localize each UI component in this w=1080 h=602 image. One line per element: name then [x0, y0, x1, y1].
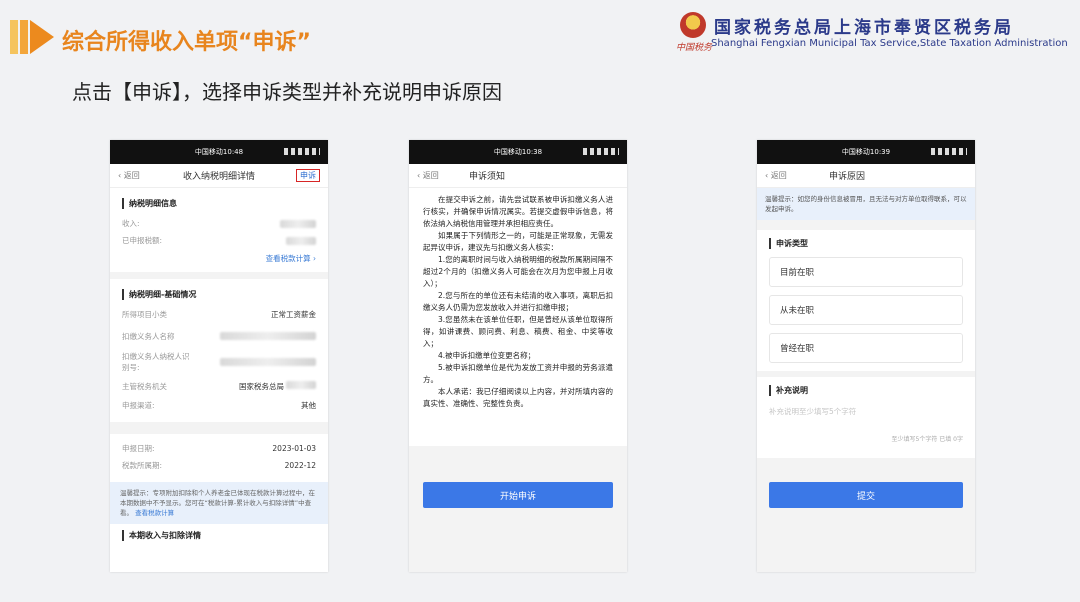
title-bar-stripe: [20, 20, 28, 54]
tip-box: 温馨提示：专项附加扣除和个人养老金已体现在税款计算过程中，在本期数据中不予显示。…: [110, 482, 328, 524]
view-tax-calc-link[interactable]: 查看税款计算 ›: [122, 253, 316, 264]
redacted-value: [286, 236, 316, 245]
info-value: 其他: [301, 401, 316, 410]
section-title: 申诉类型: [769, 238, 963, 249]
status-bar: 中国移动10:39: [757, 140, 975, 164]
submit-button[interactable]: 提交: [769, 482, 963, 508]
info-label: 申报日期:: [122, 444, 155, 453]
info-row: 收入:: [122, 215, 316, 232]
back-button[interactable]: ‹ 返回: [118, 170, 140, 181]
page-title: 申诉须知: [469, 172, 506, 182]
back-label: 返回: [422, 171, 439, 180]
nav-bar: ‹ 返回 收入纳税明细详情 申诉: [110, 164, 328, 188]
notice-paragraph: 1.您的离职时间与收入纳税明细的税款所属期间隔不超过2个月的（扣缴义务人可能会在…: [423, 255, 613, 288]
info-row: 主管税务机关 国家税务总局: [122, 375, 316, 397]
notice-paragraph: 如果属于下列情形之一的，可能是正常现象，无需发起异议申诉，建议先与扣缴义务人核实…: [423, 231, 613, 252]
status-bar: 中国移动10:38: [409, 140, 627, 164]
status-icons: [284, 148, 320, 155]
section-divider: [110, 422, 328, 434]
supplement-textarea[interactable]: 补充说明至少填写5个字符: [757, 402, 975, 434]
instruction-text: 点击【申诉】，选择申诉类型并补充说明申诉原因: [72, 80, 502, 104]
section-title: 补充说明: [769, 385, 963, 396]
status-icons: [931, 148, 967, 155]
info-value: 正常工资薪金: [271, 310, 316, 319]
info-row: 扣缴义务人纳税人识别号:: [122, 349, 316, 375]
info-label: 收入:: [122, 219, 140, 228]
section-title: 纳税明细-基础情况: [122, 289, 316, 300]
info-row: 已申报税额:: [122, 232, 316, 249]
notice-paragraph: 4.被申诉扣缴单位变更名称；: [438, 351, 536, 360]
notice-paragraph: 2.您与所在的单位还有未结清的收入事项，离职后扣缴义务人仍需为您发放收入并进行扣…: [423, 291, 613, 312]
info-row: 申报日期: 2023-01-03: [122, 440, 316, 457]
redacted-value: [280, 219, 316, 228]
info-label: 扣缴义务人名称: [122, 331, 175, 341]
status-carrier-time: 中国移动10:48: [194, 148, 244, 156]
slide-title: 综合所得收入单项“申诉”: [62, 30, 311, 55]
status-carrier-time: 中国移动10:39: [841, 148, 891, 156]
back-button[interactable]: ‹ 返回: [417, 170, 439, 181]
info-label: 主管税务机关: [122, 381, 167, 391]
tax-emblem-icon: [680, 12, 706, 38]
slide-header: 综合所得收入单项“申诉” 中国税务 国家税务总局上海市奉贤区税务局 Shangh…: [0, 0, 1080, 70]
char-counter: 至少填写5个字符 已填 0字: [891, 436, 963, 443]
warning-tip: 温馨提示：如您的身份信息被冒用，且无法与对方单位取得联系，可以发起申诉。: [757, 188, 975, 220]
appeal-type-option-never[interactable]: 从未在职: [769, 295, 963, 325]
section-title: 本期收入与扣除详情: [122, 530, 316, 541]
info-value: 2023-01-03: [272, 444, 316, 453]
back-button[interactable]: ‹ 返回: [765, 170, 787, 181]
status-icons: [583, 148, 619, 155]
appeal-button[interactable]: 申诉: [296, 169, 320, 182]
notice-paragraph: 5.被申诉扣缴单位是代为发放工资并申报的劳务派遣方。: [423, 363, 613, 384]
start-appeal-button[interactable]: 开始申诉: [423, 482, 613, 508]
tax-signature-logo: 中国税务: [676, 43, 713, 53]
section-divider: [110, 272, 328, 279]
phone-screenshot-detail: 中国移动10:48 ‹ 返回 收入纳税明细详情 申诉 纳税明细信息 收入: 已申…: [110, 140, 328, 572]
notice-footer: 开始申诉: [409, 446, 627, 572]
notice-paragraph: 在提交申诉之前，请先尝试联系被申诉扣缴义务人进行核实，并确保申诉情况属实。若提交…: [423, 195, 613, 228]
info-row: 申报渠道: 其他: [122, 397, 316, 414]
back-label: 返回: [770, 171, 787, 180]
play-arrow-icon: [30, 20, 54, 54]
info-value: 2022-12: [284, 461, 316, 470]
info-label: 已申报税额:: [122, 236, 163, 245]
status-carrier-time: 中国移动10:38: [493, 148, 543, 156]
back-label: 返回: [123, 171, 140, 180]
info-row: 扣缴义务人名称: [122, 323, 316, 349]
page-title: 申诉原因: [829, 172, 866, 182]
status-bar: 中国移动10:48: [110, 140, 328, 164]
notice-paragraph: 本人承诺：我已仔细阅读以上内容，并对所填内容的真实性、准确性、完整性负责。: [423, 387, 613, 408]
redacted-value: [220, 358, 316, 366]
info-label: 所得项目小类: [122, 310, 167, 319]
tip-link[interactable]: 查看税款计算: [135, 509, 174, 517]
nav-bar: ‹ 返回 申诉须知: [409, 164, 627, 188]
notice-text: 在提交申诉之前，请先尝试联系被申诉扣缴义务人进行核实，并确保申诉情况属实。若提交…: [409, 188, 627, 410]
redacted-value: [220, 332, 316, 340]
detail-content: 纳税明细信息 收入: 已申报税额: 查看税款计算 › 纳税明细-基础情况 所得项…: [110, 198, 328, 541]
info-label: 扣缴义务人纳税人识别号:: [122, 352, 190, 372]
section-divider: [757, 220, 975, 230]
section-title: 纳税明细信息: [122, 198, 316, 209]
redacted-value: [286, 380, 316, 389]
info-value: 国家税务总局: [239, 380, 316, 392]
notice-paragraph: 3.您虽然未在该单位任职，但是曾经从该单位取得所得，如讲课费、顾问费、利息、稿费…: [423, 315, 613, 348]
appeal-type-option-current[interactable]: 目前在职: [769, 257, 963, 287]
info-row: 所得项目小类 正常工资薪金: [122, 306, 316, 323]
info-value-text: 国家税务总局: [239, 381, 284, 391]
title-bar-stripe: [10, 20, 18, 54]
org-name-en: Shanghai Fengxian Municipal Tax Service,…: [711, 38, 1068, 49]
appeal-type-option-former[interactable]: 曾经在职: [769, 333, 963, 363]
reason-footer: 提交: [757, 458, 975, 572]
org-name-cn: 国家税务总局上海市奉贤区税务局: [714, 18, 1014, 38]
phone-screenshot-reason: 中国移动10:39 ‹ 返回 申诉原因 温馨提示：如您的身份信息被冒用，且无法与…: [757, 140, 975, 572]
link-label: 查看税款计算: [265, 254, 311, 263]
phone-screenshot-notice: 中国移动10:38 ‹ 返回 申诉须知 在提交申诉之前，请先尝试联系被申诉扣缴义…: [409, 140, 627, 572]
nav-bar: ‹ 返回 申诉原因: [757, 164, 975, 188]
info-row: 税款所属期: 2022-12: [122, 457, 316, 474]
section-divider: [757, 371, 975, 377]
info-label: 税款所属期:: [122, 461, 163, 470]
info-label: 申报渠道:: [122, 401, 155, 410]
